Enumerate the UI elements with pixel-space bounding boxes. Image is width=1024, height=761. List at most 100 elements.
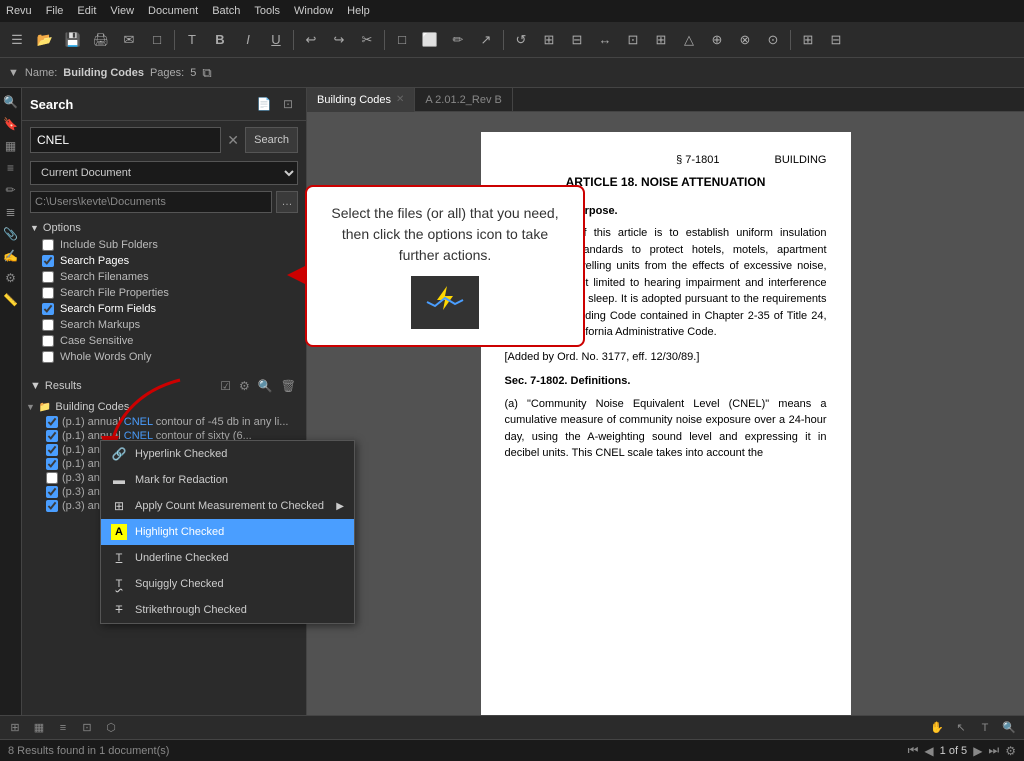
print-btn[interactable]: 🖨 [88,27,114,53]
sidebar-icon-signatures[interactable]: ✍ [1,246,21,266]
path-browse-button[interactable]: … [276,191,298,213]
menu-item-strikethrough[interactable]: T Strikethrough Checked [101,597,354,623]
result-parent-item[interactable]: ▼ 📁 Building Codes [26,399,302,415]
underline-btn[interactable]: U [263,27,289,53]
open-btn[interactable]: 📂 [32,27,58,53]
menu-document[interactable]: Document [148,5,198,17]
search-button[interactable]: Search [245,127,298,153]
search-panel-icon1[interactable]: 📄 [254,94,274,114]
markup2-btn[interactable]: ⬜ [417,27,443,53]
menu-window[interactable]: Window [294,5,333,17]
nav-last-btn[interactable]: ⏭ [988,743,999,758]
tool9-btn[interactable]: ⊗ [732,27,758,53]
hand-tool-btn[interactable]: ✋ [926,717,948,739]
menu-revu[interactable]: Revu [6,5,32,17]
tab-building-codes[interactable]: Building Codes ✕ [307,88,415,112]
menu-item-underline[interactable]: T Underline Checked [101,545,354,571]
new-btn[interactable]: ☰ [4,27,30,53]
text-select-tool-btn[interactable]: T [974,717,996,739]
undo-btn[interactable]: ↩ [298,27,324,53]
tool8-btn[interactable]: ⊕ [704,27,730,53]
menu-item-count[interactable]: ⊞ Apply Count Measurement to Checked ▶ [101,493,354,519]
menu-file[interactable]: File [46,5,64,17]
whole-words-checkbox[interactable] [42,351,54,363]
email-btn[interactable]: ✉ [116,27,142,53]
menu-item-redaction[interactable]: ▬ Mark for Redaction [101,467,354,493]
case-sensitive-checkbox[interactable] [42,335,54,347]
bottom-tool-4[interactable]: ⊡ [76,717,98,739]
tab-close-building-codes[interactable]: ✕ [396,94,404,105]
bottom-tool-5[interactable]: ⬡ [100,717,122,739]
result-check-1[interactable] [46,430,58,442]
menu-edit[interactable]: Edit [77,5,96,17]
search-form-fields-checkbox[interactable] [42,303,54,315]
italic-btn[interactable]: I [235,27,261,53]
results-options-button[interactable]: ⚙ [237,377,252,395]
tab-a2012[interactable]: A 2.01.2_Rev B [415,88,512,112]
result-check-2[interactable] [46,444,58,456]
markup1-btn[interactable]: □ [389,27,415,53]
nav-prev-btn[interactable]: ◀ [924,744,933,758]
sidebar-icon-properties[interactable]: ≣ [1,202,21,222]
copy-icon[interactable]: ⧉ [202,65,218,81]
menu-batch[interactable]: Batch [212,5,240,17]
result-check-6[interactable] [46,500,58,512]
menu-item-highlight[interactable]: A Highlight Checked [101,519,354,545]
search-markups-checkbox[interactable] [42,319,54,331]
studio-btn[interactable]: □ [144,27,170,53]
results-delete-button[interactable]: 🗑 [279,377,298,395]
bottom-tool-1[interactable]: ⊞ [4,717,26,739]
tool7-btn[interactable]: △ [676,27,702,53]
view1-btn[interactable]: ⊞ [795,27,821,53]
results-toggle[interactable]: ▼ Results [30,380,82,392]
tool5-btn[interactable]: ⊡ [620,27,646,53]
result-check-0[interactable] [46,416,58,428]
cut-btn[interactable]: ✂ [354,27,380,53]
save-btn[interactable]: 💾 [60,27,86,53]
tool6-btn[interactable]: ⊞ [648,27,674,53]
tool1-btn[interactable]: ↺ [508,27,534,53]
sidebar-icon-bookmarks[interactable]: 🔖 [1,114,21,134]
tool4-btn[interactable]: ↔ [592,27,618,53]
tool10-btn[interactable]: ⊙ [760,27,786,53]
text-btn[interactable]: T [179,27,205,53]
search-panel-icon2[interactable]: ⊡ [278,94,298,114]
zoom-btn[interactable]: 🔍 [998,717,1020,739]
scope-select[interactable]: Current Document [30,161,298,185]
sidebar-icon-layers[interactable]: ≡ [1,158,21,178]
bold-btn[interactable]: B [207,27,233,53]
nav-settings-btn[interactable]: ⚙ [1005,744,1016,758]
result-check-5[interactable] [46,486,58,498]
view2-btn[interactable]: ⊟ [823,27,849,53]
search-pages-checkbox[interactable] [42,255,54,267]
results-check-all-button[interactable]: ☑ [218,377,233,395]
sidebar-icon-markups[interactable]: ✏ [1,180,21,200]
sidebar-icon-measure[interactable]: 📏 [1,290,21,310]
options-toggle[interactable]: ▼ Options [30,219,298,237]
redo-btn[interactable]: ↪ [326,27,352,53]
bottom-tool-3[interactable]: ≡ [52,717,74,739]
menu-help[interactable]: Help [347,5,370,17]
sidebar-icon-search[interactable]: 🔍 [1,92,21,112]
bottom-tool-2[interactable]: ▦ [28,717,50,739]
markup3-btn[interactable]: ✏ [445,27,471,53]
search-input[interactable] [30,127,221,153]
sidebar-icon-settings[interactable]: ⚙ [1,268,21,288]
tool3-btn[interactable]: ⊟ [564,27,590,53]
sidebar-icon-thumbnails[interactable]: ▦ [1,136,21,156]
clear-search-button[interactable]: ✕ [225,132,241,149]
dropdown-arrow[interactable]: ▼ [8,67,19,79]
result-check-3[interactable] [46,458,58,470]
result-check-4[interactable] [46,472,58,484]
menu-view[interactable]: View [110,5,134,17]
sidebar-icon-attach[interactable]: 📎 [1,224,21,244]
nav-first-btn[interactable]: ⏮ [908,743,919,758]
search-filenames-checkbox[interactable] [42,271,54,283]
menu-tools[interactable]: Tools [254,5,280,17]
menu-item-squiggly[interactable]: T Squiggly Checked [101,571,354,597]
path-input[interactable] [30,191,272,213]
search-file-properties-checkbox[interactable] [42,287,54,299]
select-tool-btn[interactable]: ↖ [950,717,972,739]
nav-next-btn[interactable]: ▶ [973,744,982,758]
tool2-btn[interactable]: ⊞ [536,27,562,53]
